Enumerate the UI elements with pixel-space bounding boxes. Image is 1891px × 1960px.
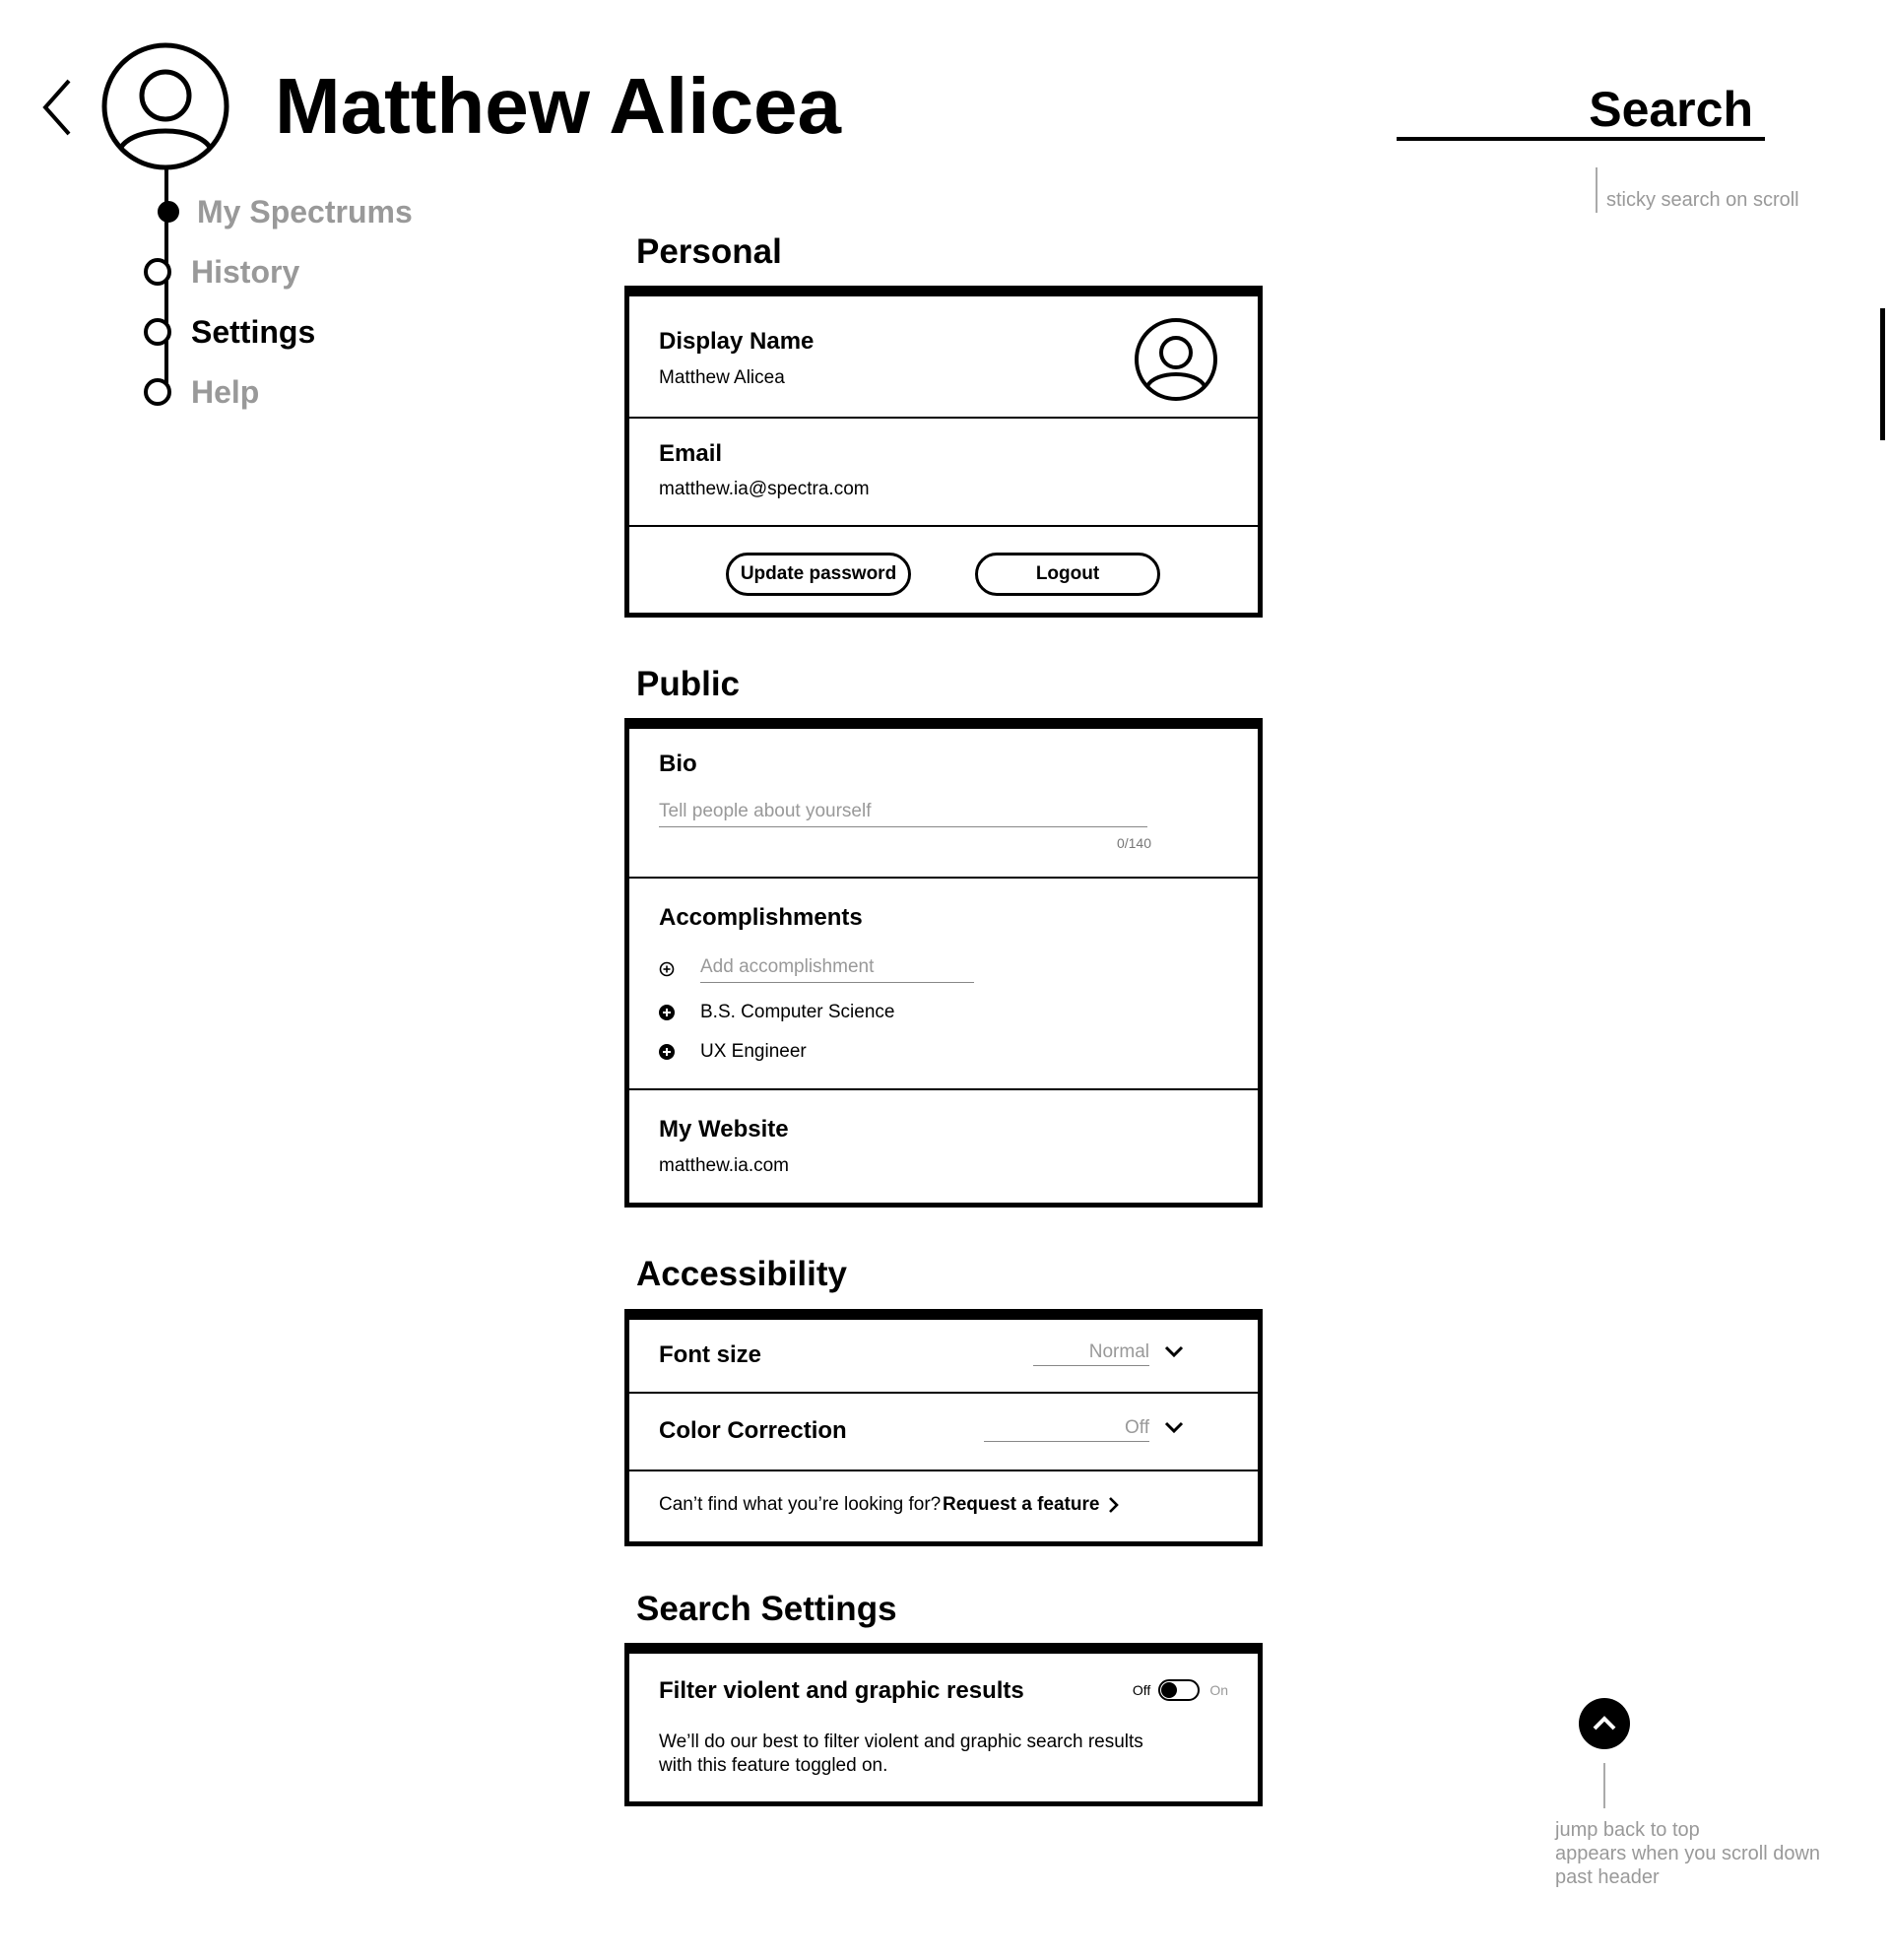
account-actions-row: Update password Logout: [629, 527, 1258, 613]
bio-row: Bio 0/140: [629, 729, 1258, 879]
search-field[interactable]: Search: [1536, 81, 1753, 138]
request-feature-label: Request a feature: [943, 1494, 1100, 1515]
add-accomplishment-item[interactable]: [659, 955, 974, 983]
sticky-search-note: sticky search on scroll: [1606, 189, 1799, 211]
add-circle-outline-icon[interactable]: [659, 961, 675, 977]
user-name: Matthew Alicea: [275, 62, 841, 150]
nav-item-help[interactable]: Help: [144, 372, 259, 412]
nav-item-history[interactable]: History: [144, 252, 299, 292]
accomplishments-label: Accomplishments: [659, 904, 863, 931]
filter-violent-toggle[interactable]: [1158, 1679, 1201, 1701]
section-title-accessibility: Accessibility: [636, 1255, 847, 1293]
section-title-public: Public: [636, 665, 741, 703]
display-name-row[interactable]: Display Name Matthew Alicea: [629, 296, 1258, 419]
color-correction-select[interactable]: Off: [984, 1417, 1185, 1442]
add-circle-filled-icon[interactable]: [659, 1005, 675, 1020]
timeline-dot-icon: [144, 318, 171, 346]
public-card: Bio 0/140 Accomplishments B.S. Computer …: [624, 718, 1263, 1208]
cant-find-text: Can’t find what you’re looking for?: [659, 1494, 942, 1515]
chevron-up-icon: [1593, 1716, 1616, 1731]
toggle-knob: [1161, 1682, 1178, 1698]
add-circle-filled-icon[interactable]: [659, 1044, 675, 1060]
accessibility-card: Font size Normal Color Correction Off Ca…: [624, 1309, 1263, 1546]
font-size-row: Font size Normal: [629, 1320, 1258, 1394]
filter-violent-row: Filter violent and graphic results Off O…: [629, 1654, 1258, 1801]
bio-label: Bio: [659, 751, 697, 777]
timeline-dot-icon: [144, 378, 171, 406]
accomplishment-text: UX Engineer: [700, 1041, 807, 1062]
jump-to-top-button[interactable]: [1579, 1698, 1630, 1749]
profile-photo-icon[interactable]: [1134, 317, 1218, 402]
scrollbar-thumb[interactable]: [1880, 308, 1885, 440]
accomplishment-text: B.S. Computer Science: [700, 1002, 895, 1022]
bio-input[interactable]: [659, 801, 1147, 827]
filter-violent-label: Filter violent and graphic results: [659, 1677, 1024, 1704]
website-label: My Website: [659, 1116, 789, 1143]
website-value: matthew.ia.com: [659, 1155, 789, 1176]
filter-description-line-2: with this feature toggled on.: [659, 1755, 888, 1776]
back-chevron-icon[interactable]: [39, 77, 79, 138]
feature-request-row: Can’t find what you’re looking for? Requ…: [629, 1471, 1258, 1540]
font-size-label: Font size: [659, 1341, 762, 1368]
search-settings-card: Filter violent and graphic results Off O…: [624, 1643, 1263, 1806]
search-underline: [1397, 137, 1765, 141]
color-correction-label: Color Correction: [659, 1417, 847, 1444]
update-password-button[interactable]: Update password: [726, 553, 911, 596]
chevron-right-icon: [1109, 1497, 1120, 1513]
chevron-down-icon[interactable]: [1163, 1420, 1185, 1434]
filter-toggle-group: Off On: [1133, 1679, 1228, 1701]
logout-button[interactable]: Logout: [975, 553, 1160, 596]
section-title-personal: Personal: [636, 232, 782, 271]
jump-top-note-line-1: jump back to top: [1555, 1819, 1700, 1841]
nav-item-my-spectrums[interactable]: My Spectrums: [144, 192, 413, 231]
accomplishment-item[interactable]: UX Engineer: [659, 1040, 807, 1064]
personal-card: Display Name Matthew Alicea Email matthe…: [624, 286, 1263, 618]
annotation-line: [1603, 1763, 1605, 1808]
accomplishment-item[interactable]: B.S. Computer Science: [659, 1001, 894, 1024]
email-value: matthew.ia@spectra.com: [659, 479, 870, 499]
jump-top-note-line-2: appears when you scroll down: [1555, 1843, 1821, 1864]
nav-label: Settings: [191, 313, 316, 350]
font-size-select[interactable]: Normal: [1033, 1341, 1185, 1366]
nav-label: Help: [191, 373, 260, 410]
filter-description-line-1: We’ll do our best to filter violent and …: [659, 1731, 1143, 1752]
add-accomplishment-input[interactable]: [700, 955, 974, 983]
display-name-value: Matthew Alicea: [659, 367, 785, 388]
chevron-down-icon[interactable]: [1163, 1344, 1185, 1358]
current-position-dot-icon: [158, 201, 179, 223]
display-name-label: Display Name: [659, 328, 815, 355]
color-correction-row: Color Correction Off: [629, 1394, 1258, 1471]
jump-top-note-line-3: past header: [1555, 1866, 1660, 1888]
color-correction-value: Off: [984, 1417, 1149, 1442]
email-label: Email: [659, 440, 723, 467]
annotation-line: [1596, 167, 1598, 213]
toggle-on-label: On: [1209, 1682, 1228, 1698]
request-feature-link[interactable]: Request a feature: [943, 1494, 1120, 1516]
nav-label: History: [191, 253, 300, 290]
accomplishments-row: Accomplishments B.S. Computer Science: [629, 879, 1258, 1090]
timeline-dot-icon: [144, 258, 171, 286]
nav-item-settings[interactable]: Settings: [144, 312, 315, 352]
toggle-off-label: Off: [1132, 1682, 1151, 1698]
website-row[interactable]: My Website matthew.ia.com: [629, 1090, 1258, 1203]
bio-char-counter: 0/140: [1116, 835, 1151, 851]
section-title-search-settings: Search Settings: [636, 1590, 897, 1628]
font-size-value: Normal: [1033, 1341, 1149, 1366]
email-row[interactable]: Email matthew.ia@spectra.com: [629, 419, 1258, 527]
user-avatar-icon: [101, 42, 229, 170]
nav-label: My Spectrums: [197, 193, 413, 229]
